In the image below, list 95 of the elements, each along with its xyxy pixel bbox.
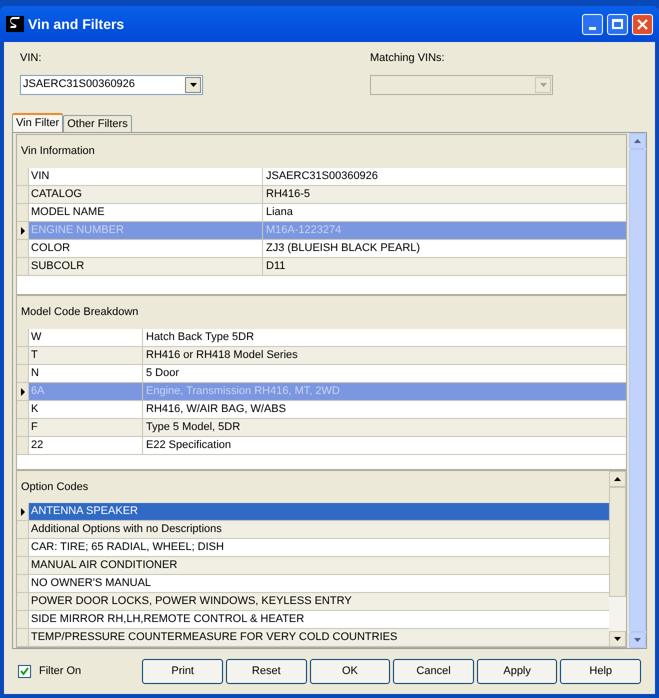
vin-label: VIN: <box>20 51 42 66</box>
filter-on-checkbox[interactable] <box>18 665 31 678</box>
maximize-button[interactable] <box>607 14 628 34</box>
section-title: Model Code Breakdown <box>21 305 138 320</box>
table-cell-text: E22 Specification <box>145 438 232 454</box>
table-cell: 6A <box>29 383 143 400</box>
window-title: Vin and Filters <box>28 14 126 34</box>
table-cell-text: ANTENNA SPEAKER <box>30 504 139 520</box>
table-cell: SUBCOLR <box>29 258 263 275</box>
table-cell-text: MANUAL AIR CONDITIONER <box>30 558 178 574</box>
grid-row[interactable]: SUBCOLR D11 <box>17 258 626 276</box>
grid-row[interactable]: CATALOG RH416-5 <box>17 186 626 204</box>
table-cell: 22 <box>29 437 143 454</box>
scroll-up-button[interactable] <box>609 471 626 487</box>
tab[interactable]: Vin Filter <box>12 113 64 132</box>
table-cell: N <box>29 365 143 382</box>
dialog-button[interactable]: Print <box>142 659 223 684</box>
table-cell-text: M16A-1223274 <box>265 223 342 238</box>
app-logo-icon <box>6 16 24 32</box>
grid-row[interactable]: K RH416, W/AIR BAG, W/ABS <box>17 401 626 419</box>
row-header[interactable] <box>17 503 29 520</box>
table-cell: CATALOG <box>29 186 263 203</box>
row-pointer-icon <box>20 508 24 516</box>
caret-icon <box>540 82 546 86</box>
dropdown-button[interactable] <box>185 76 201 92</box>
table-cell-text: CAR: TIRE; 65 RADIAL, WHEEL; DISH <box>30 540 225 556</box>
grid-row[interactable]: T RH416 or RH418 Model Series <box>17 347 626 365</box>
caret-icon <box>190 82 196 86</box>
vin-dropdown[interactable]: JSAERC31S00360926 <box>20 74 203 94</box>
dialog-button[interactable]: Reset <box>226 659 307 684</box>
option-row[interactable]: MANUAL AIR CONDITIONER <box>17 557 609 575</box>
table-cell-text: TEMP/PRESSURE COUNTERMEASURE FOR VERY COLD COUNTRIES <box>30 630 398 646</box>
section-title: Vin Information <box>21 144 95 160</box>
dialog-button[interactable]: Cancel <box>393 659 474 684</box>
up-arrow-icon <box>634 139 641 143</box>
table-cell-text: ZJ3 (BLUEISH BLACK PEARL) <box>265 241 422 256</box>
minimize-button[interactable] <box>582 14 603 34</box>
dialog-button[interactable]: OK <box>310 659 390 684</box>
matching-vins-label: Matching VINs: <box>370 51 446 66</box>
grid-row[interactable]: COLOR ZJ3 (BLUEISH BLACK PEARL) <box>17 240 626 258</box>
checkmark-icon <box>20 667 29 676</box>
table-cell: MODEL NAME <box>29 204 263 221</box>
close-button[interactable] <box>632 14 653 34</box>
table-cell-text: Liana <box>265 205 294 220</box>
table-cell-text: Type 5 Model, 5DR <box>145 420 242 436</box>
grid-row[interactable]: N 5 Door <box>17 365 626 383</box>
filter-on-label: Filter On <box>39 664 82 680</box>
table-cell-text: 5 Door <box>145 366 180 382</box>
grid-row[interactable]: VIN JSAERC31S00360926 <box>17 168 626 186</box>
grid-row[interactable]: F Type 5 Model, 5DR <box>17 419 626 437</box>
maximize-icon <box>612 19 623 29</box>
dialog-button[interactable]: Help <box>560 659 642 684</box>
table-cell: F <box>29 419 143 436</box>
table-cell-text: Additional Options with no Descriptions <box>30 522 223 538</box>
row-pointer-icon <box>20 388 24 396</box>
table-cell: K <box>29 401 143 418</box>
dialog-button[interactable]: Apply <box>476 659 558 684</box>
table-cell-text: RH416 or RH418 Model Series <box>145 348 299 364</box>
option-row[interactable]: SIDE MIRROR RH,LH,REMOTE CONTROL & HEATER <box>17 611 609 629</box>
table-cell-text: D11 <box>265 259 286 274</box>
scrollbar[interactable] <box>609 471 626 647</box>
down-arrow-icon <box>634 638 641 642</box>
table-cell-text: Hatch Back Type 5DR <box>145 330 256 346</box>
down-arrow-icon <box>614 637 621 641</box>
grid-row[interactable]: W Hatch Back Type 5DR <box>17 329 626 347</box>
scroll-down-button[interactable] <box>609 631 626 647</box>
option-row[interactable]: ANTENNA SPEAKER <box>17 503 609 521</box>
table-cell: W <box>29 329 143 346</box>
table-cell-text: Engine, Transmission RH416, MT, 2WD <box>145 384 341 400</box>
tab[interactable]: Other Filters <box>63 115 132 132</box>
minimize-icon <box>589 26 596 30</box>
table-cell-text: SIDE MIRROR RH,LH,REMOTE CONTROL & HEATER <box>30 612 306 628</box>
close-icon <box>637 18 648 30</box>
table-cell-text: POWER DOOR LOCKS, POWER WINDOWS, KEYLESS ENTRY <box>30 594 353 610</box>
table-cell: COLOR <box>29 240 263 257</box>
grid-row[interactable]: 22 E22 Specification <box>17 437 626 455</box>
grid-row[interactable]: MODEL NAME Liana <box>17 204 626 222</box>
up-arrow-icon <box>614 477 621 481</box>
table-cell-text: JSAERC31S00360926 <box>265 169 379 184</box>
option-row[interactable]: TEMP/PRESSURE COUNTERMEASURE FOR VERY COLD COUNTRIES <box>17 629 609 647</box>
row-pointer-icon <box>20 226 24 234</box>
row-header[interactable] <box>17 383 29 400</box>
section-title: Option Codes <box>21 480 88 495</box>
table-cell: T <box>29 347 143 364</box>
table-cell-text: NO OWNER'S MANUAL <box>30 576 152 592</box>
option-row[interactable]: POWER DOOR LOCKS, POWER WINDOWS, KEYLESS ENTRY <box>17 593 609 611</box>
option-row[interactable]: NO OWNER'S MANUAL <box>17 575 609 593</box>
option-row[interactable]: Additional Options with no Descriptions <box>17 521 609 539</box>
option-row[interactable]: CAR: TIRE; 65 RADIAL, WHEEL; DISH <box>17 539 609 557</box>
scrollbar-thumb[interactable] <box>609 487 626 597</box>
table-cell-text: RH416, W/AIR BAG, W/ABS <box>145 402 287 418</box>
row-header[interactable] <box>17 222 29 239</box>
table-cell: ENGINE NUMBER <box>29 222 263 239</box>
table-cell: VIN <box>29 168 263 185</box>
table-cell-text: RH416-5 <box>265 187 312 202</box>
